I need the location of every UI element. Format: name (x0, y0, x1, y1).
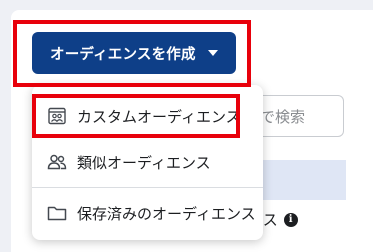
folder-icon (47, 203, 67, 223)
menu-item-lookalike-audience[interactable]: 類似オーディエンス (32, 142, 263, 182)
search-input[interactable]: で検索 (250, 95, 344, 137)
highlight-box-custom-audience (32, 94, 240, 138)
highlight-box-create-button (13, 20, 251, 87)
menu-item-label: 類似オーディエンス (77, 153, 211, 172)
menu-divider (32, 187, 263, 188)
menu-item-label: 保存済みのオーディエンス (77, 204, 256, 223)
menu-item-saved-audience[interactable]: 保存済みのオーディエンス (32, 193, 263, 233)
table-header-strip (250, 160, 346, 200)
people-icon (47, 152, 67, 172)
search-placeholder: で検索 (260, 107, 306, 126)
info-icon[interactable]: i (283, 212, 298, 227)
